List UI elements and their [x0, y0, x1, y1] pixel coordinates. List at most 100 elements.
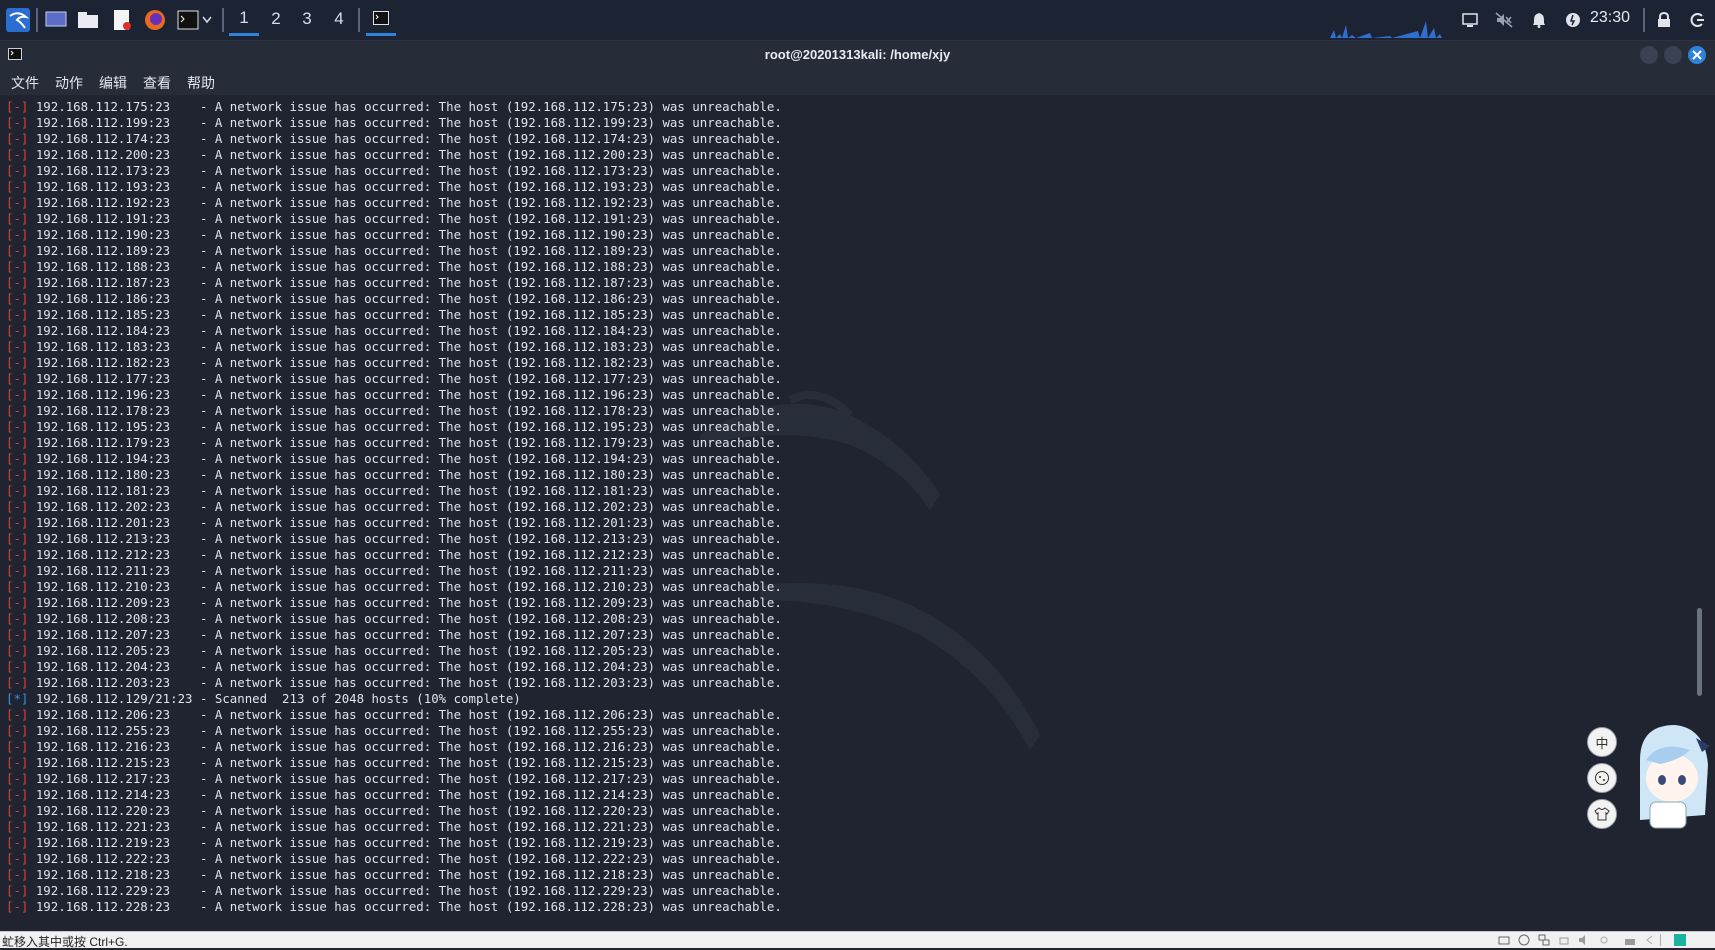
text-editor-icon[interactable] [108, 6, 136, 34]
display-icon[interactable] [1460, 8, 1480, 32]
status-marker-error: [-] [6, 499, 29, 514]
terminal-line-text: 192.168.112.204:23 - A network issue has… [28, 659, 782, 674]
chevron-down-icon[interactable] [200, 6, 214, 34]
terminal-line: [-] 192.168.112.194:23 - A network issue… [6, 451, 782, 467]
status-marker-error: [-] [6, 515, 29, 530]
printer-icon[interactable] [1558, 934, 1570, 946]
terminal-launcher-icon[interactable] [174, 6, 202, 34]
terminal-line-text: 192.168.112.174:23 - A network issue has… [28, 131, 782, 146]
menu-view[interactable]: 查看 [143, 73, 171, 93]
hdd-icon[interactable] [1498, 934, 1510, 946]
terminal-line: [-] 192.168.112.192:23 - A network issue… [6, 195, 782, 211]
status-marker-error: [-] [6, 643, 29, 658]
terminal-output[interactable]: [-] 192.168.112.175:23 - A network issue… [0, 95, 1715, 931]
terminal-line-text: 192.168.112.189:23 - A network issue has… [28, 243, 782, 258]
skin-shirt-icon[interactable] [1587, 799, 1617, 829]
terminal-line: [-] 192.168.112.215:23 - A network issue… [6, 755, 782, 771]
terminal-line-text: 192.168.112.205:23 - A network issue has… [28, 643, 782, 658]
terminal-line-text: 192.168.112.199:23 - A network issue has… [28, 115, 782, 130]
terminal-line: [-] 192.168.112.210:23 - A network issue… [6, 579, 782, 595]
terminal-line: [-] 192.168.112.180:23 - A network issue… [6, 467, 782, 483]
terminal-line: [-] 192.168.112.188:23 - A network issue… [6, 259, 782, 275]
terminal-line: [-] 192.168.112.200:23 - A network issue… [6, 147, 782, 163]
menu-actions[interactable]: 动作 [55, 73, 83, 93]
terminal-line: [-] 192.168.112.179:23 - A network issue… [6, 435, 782, 451]
terminal-line: [-] 192.168.112.174:23 - A network issue… [6, 131, 782, 147]
minimize-button[interactable] [1640, 46, 1658, 64]
workspace-4[interactable]: 4 [324, 2, 354, 36]
taskbar-terminal-button[interactable] [366, 2, 396, 36]
status-marker-error: [-] [6, 195, 29, 210]
terminal-line: [-] 192.168.112.211:23 - A network issue… [6, 563, 782, 579]
mascot-character-image[interactable] [1620, 720, 1715, 832]
network-icon[interactable] [1538, 934, 1550, 946]
status-hint: 虻移入其中或按 Ctrl+G. [2, 935, 128, 949]
logout-icon[interactable] [1686, 8, 1708, 32]
notifications-bell-icon[interactable] [1529, 8, 1549, 32]
kali-menu-icon[interactable] [4, 6, 32, 34]
terminal-line: [-] 192.168.112.185:23 - A network issue… [6, 307, 782, 323]
status-marker-error: [-] [6, 819, 29, 834]
terminal-line-text: 192.168.112.200:23 - A network issue has… [28, 147, 782, 162]
maximize-button[interactable] [1664, 46, 1682, 64]
window-title: root@20201313kali: /home/xjy [764, 47, 951, 62]
status-marker-error: [-] [6, 131, 29, 146]
terminal-line-text: 192.168.112.179:23 - A network issue has… [28, 435, 782, 450]
status-marker-error: [-] [6, 707, 29, 722]
menubar: 文件 动作 编辑 查看 帮助 [0, 69, 1715, 95]
menu-edit[interactable]: 编辑 [99, 73, 127, 93]
usb-icon[interactable] [1598, 934, 1610, 946]
terminal-line: [-] 192.168.112.213:23 - A network issue… [6, 531, 782, 547]
firefox-icon[interactable] [141, 6, 169, 34]
terminal-line-text: 192.168.112.255:23 - A network issue has… [28, 723, 782, 738]
terminal-line-text: 192.168.112.177:23 - A network issue has… [28, 371, 782, 386]
terminal-line-text: 192.168.112.218:23 - A network issue has… [28, 867, 782, 882]
status-marker-error: [-] [6, 563, 29, 578]
menu-file[interactable]: 文件 [11, 73, 39, 93]
terminal-line: [-] 192.168.112.214:23 - A network issue… [6, 787, 782, 803]
desktop-icon[interactable] [42, 6, 70, 34]
workspace-3[interactable]: 3 [292, 2, 322, 36]
storage-icon[interactable] [1624, 934, 1636, 946]
vm-status-icon[interactable] [1674, 934, 1686, 946]
status-marker-error: [-] [6, 99, 29, 114]
menu-help[interactable]: 帮助 [187, 73, 215, 93]
status-marker-error: [-] [6, 547, 29, 562]
terminal-line: [-] 192.168.112.219:23 - A network issue… [6, 835, 782, 851]
status-marker-error: [-] [6, 371, 29, 386]
window-titlebar[interactable]: root@20201313kali: /home/xjy [0, 41, 1715, 69]
volume-muted-icon[interactable] [1494, 8, 1514, 32]
terminal-line-text: 192.168.112.222:23 - A network issue has… [28, 851, 782, 866]
terminal-scrollbar[interactable] [1697, 608, 1702, 696]
terminal-line: [-] 192.168.112.193:23 - A network issue… [6, 179, 782, 195]
workspace-2[interactable]: 2 [261, 2, 291, 36]
terminal-line-text: 192.168.112.178:23 - A network issue has… [28, 403, 782, 418]
status-marker-error: [-] [6, 339, 29, 354]
status-marker-error: [-] [6, 531, 29, 546]
terminal-line-text: 192.168.112.184:23 - A network issue has… [28, 323, 782, 338]
ime-toggle-button[interactable]: 中 [1587, 727, 1617, 757]
status-separator [1660, 934, 1661, 946]
close-button[interactable] [1688, 46, 1706, 64]
collapse-arrow-icon[interactable] [1644, 934, 1656, 946]
sound-icon[interactable] [1578, 934, 1590, 946]
terminal-line: [-] 192.168.112.195:23 - A network issue… [6, 419, 782, 435]
terminal-line: [-] 192.168.112.181:23 - A network issue… [6, 483, 782, 499]
terminal-line-text: 192.168.112.195:23 - A network issue has… [28, 419, 782, 434]
terminal-line-text: 192.168.112.220:23 - A network issue has… [28, 803, 782, 818]
status-marker-error: [-] [6, 307, 29, 322]
workspace-1[interactable]: 1 [229, 2, 259, 36]
terminal-line-text: 192.168.112.217:23 - A network issue has… [28, 771, 782, 786]
terminal-line: [-] 192.168.112.186:23 - A network issue… [6, 291, 782, 307]
terminal-line: [-] 192.168.112.183:23 - A network issue… [6, 339, 782, 355]
emoji-icon[interactable] [1587, 763, 1617, 793]
terminal-line: [-] 192.168.112.204:23 - A network issue… [6, 659, 782, 675]
power-manager-icon[interactable] [1563, 8, 1583, 32]
file-manager-icon[interactable] [74, 6, 102, 34]
status-marker-error: [-] [6, 211, 29, 226]
status-marker-error: [-] [6, 387, 29, 402]
terminal-line-text: 192.168.112.208:23 - A network issue has… [28, 611, 782, 626]
clock[interactable]: 23:30 [1590, 9, 1630, 27]
lock-icon[interactable] [1654, 8, 1674, 32]
cd-icon[interactable] [1518, 934, 1530, 946]
